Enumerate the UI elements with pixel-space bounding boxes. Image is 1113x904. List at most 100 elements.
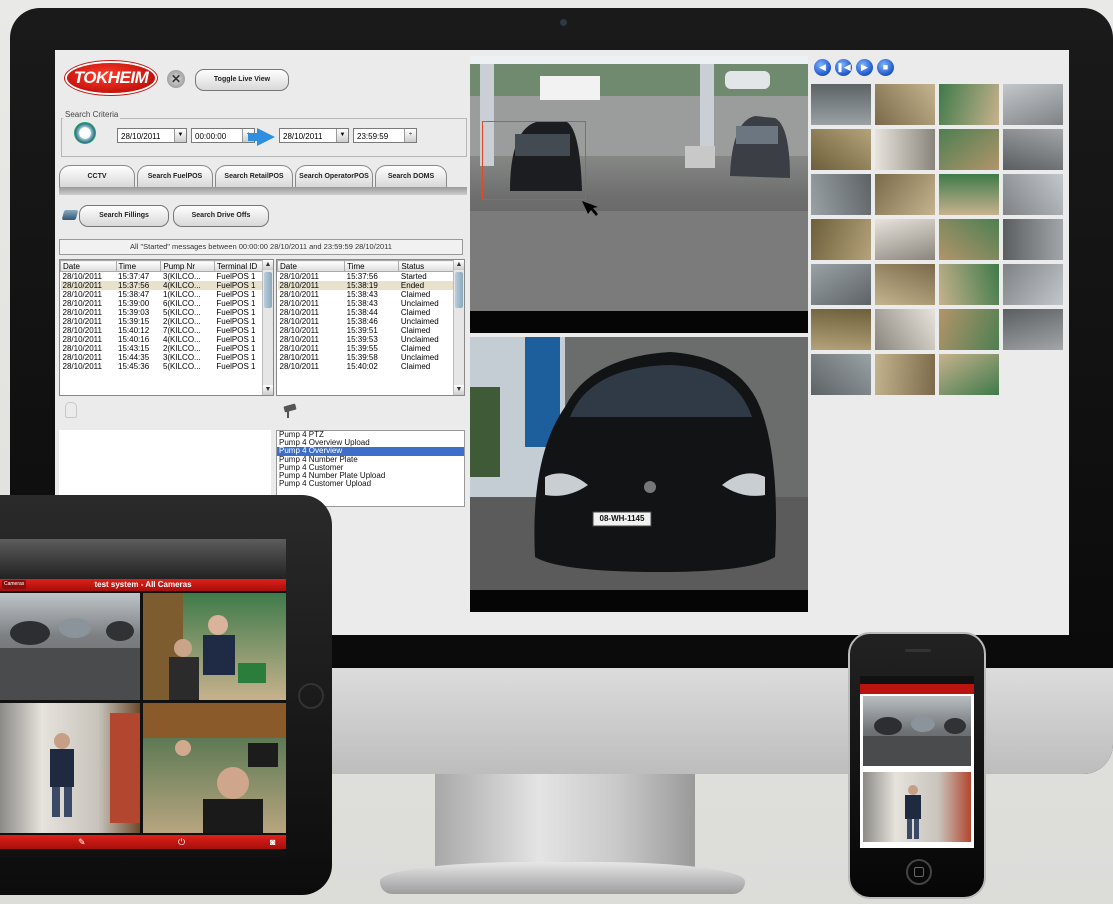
camera-thumbnail[interactable] bbox=[939, 219, 999, 260]
power-icon[interactable]: ⏻ bbox=[178, 835, 185, 849]
table-row[interactable]: 28/10/2011 15:37:47 3(KILCO... FuelPOS 1 bbox=[61, 272, 273, 282]
search-drive-offs-button[interactable]: Search Drive Offs bbox=[173, 205, 269, 227]
camera-thumbnail[interactable] bbox=[1003, 219, 1063, 260]
tab-search-retailpos[interactable]: Search RetailPOS bbox=[215, 165, 293, 188]
table-row[interactable]: 28/10/2011 15:37:56 4(KILCO... FuelPOS 1 bbox=[60, 281, 273, 290]
scroll-down-icon[interactable]: ▼ bbox=[263, 385, 273, 395]
scroll-up-icon[interactable]: ▲ bbox=[263, 260, 273, 270]
column-header[interactable]: Date bbox=[277, 260, 346, 272]
camera-thumbnail[interactable] bbox=[811, 264, 871, 305]
ipad-camera-tile[interactable] bbox=[0, 593, 140, 700]
home-button[interactable] bbox=[298, 683, 324, 709]
table-row[interactable]: 28/10/2011 15:39:58 Unclaimed bbox=[278, 353, 464, 362]
home-button[interactable] bbox=[906, 859, 932, 885]
scroll-up-icon[interactable]: ▲ bbox=[454, 260, 464, 270]
close-icon[interactable]: ✕ bbox=[167, 70, 185, 88]
column-header[interactable]: Time bbox=[344, 260, 400, 272]
table-row[interactable]: 28/10/2011 15:39:55 Claimed bbox=[278, 344, 464, 353]
table-row[interactable]: 28/10/2011 15:40:16 4(KILCO... FuelPOS 1 bbox=[61, 335, 273, 344]
ipad-camera-tile[interactable] bbox=[143, 593, 286, 700]
camera-thumbnail[interactable] bbox=[939, 309, 999, 350]
camera-thumbnail[interactable] bbox=[939, 354, 999, 395]
table-row[interactable]: 28/10/2011 15:38:47 1(KILCO... FuelPOS 1 bbox=[61, 290, 273, 299]
table-row[interactable]: 28/10/2011 15:45:36 5(KILCO... FuelPOS 1 bbox=[61, 362, 273, 371]
camera-thumbnail[interactable] bbox=[1003, 264, 1063, 305]
spinner-icon[interactable]: ÷ bbox=[404, 129, 416, 142]
tab-cctv[interactable]: CCTV bbox=[59, 165, 135, 188]
table-row[interactable]: 28/10/2011 15:38:46 Unclaimed bbox=[278, 317, 464, 326]
clock-refresh-icon[interactable] bbox=[74, 122, 96, 144]
vertical-scrollbar[interactable]: ▲ ▼ bbox=[453, 260, 464, 395]
live-video-overview[interactable] bbox=[470, 56, 808, 311]
column-header[interactable]: Pump Nr bbox=[160, 260, 215, 272]
events-table[interactable]: Date Time Status 28/10/2011 15:37:56 Start… bbox=[276, 259, 465, 396]
column-header[interactable]: Time bbox=[115, 260, 162, 272]
camera-thumbnail[interactable] bbox=[875, 309, 935, 350]
camera-thumbnail[interactable] bbox=[875, 264, 935, 305]
camera-thumbnail[interactable] bbox=[875, 84, 935, 125]
ipad-camera-tile[interactable] bbox=[143, 703, 286, 833]
camera-list-item[interactable]: Pump 4 Customer Upload bbox=[277, 480, 464, 488]
detection-box[interactable] bbox=[482, 121, 586, 200]
vertical-scrollbar[interactable]: ▲ ▼ bbox=[262, 260, 273, 395]
camera-thumbnail[interactable] bbox=[939, 264, 999, 305]
table-row[interactable]: 28/10/2011 15:38:44 Claimed bbox=[278, 308, 464, 317]
step-back-icon[interactable]: ❚◀ bbox=[835, 59, 852, 76]
camera-thumbnail[interactable] bbox=[1003, 309, 1063, 350]
table-row[interactable]: 28/10/2011 15:37:56 Started bbox=[278, 272, 464, 282]
table-row[interactable]: 28/10/2011 15:39:53 Unclaimed bbox=[278, 335, 464, 344]
table-row[interactable]: 28/10/2011 15:38:43 Claimed bbox=[278, 290, 464, 299]
iphone-camera-tile[interactable] bbox=[863, 696, 971, 766]
stop-icon[interactable]: ■ bbox=[877, 59, 894, 76]
scroll-thumb[interactable] bbox=[455, 272, 463, 308]
rewind-icon[interactable]: ◀ bbox=[814, 59, 831, 76]
camera-thumbnail[interactable] bbox=[875, 354, 935, 395]
camera-icon[interactable]: ◙ bbox=[270, 835, 275, 849]
camera-thumbnail[interactable] bbox=[811, 84, 871, 125]
tab-search-doms[interactable]: Search DOMS bbox=[375, 165, 447, 188]
table-row[interactable]: 28/10/2011 15:39:51 Claimed bbox=[278, 326, 464, 335]
camera-thumbnail[interactable] bbox=[811, 219, 871, 260]
camera-thumbnail[interactable] bbox=[939, 174, 999, 215]
camera-thumbnail[interactable] bbox=[875, 174, 935, 215]
camera-thumbnail[interactable] bbox=[1003, 84, 1063, 125]
to-time-field[interactable]: 23:59:59 ÷ bbox=[353, 128, 417, 143]
scroll-thumb[interactable] bbox=[264, 272, 272, 308]
play-icon[interactable]: ▶ bbox=[856, 59, 873, 76]
tab-search-operatorpos[interactable]: Search OperatorPOS bbox=[295, 165, 373, 188]
camera-thumbnail[interactable] bbox=[1003, 129, 1063, 170]
camera-thumbnail[interactable] bbox=[939, 84, 999, 125]
camera-thumbnail[interactable] bbox=[875, 219, 935, 260]
camera-thumbnail[interactable] bbox=[811, 309, 871, 350]
table-row[interactable]: 28/10/2011 15:40:12 7(KILCO... FuelPOS 1 bbox=[61, 326, 273, 335]
camera-thumbnail[interactable] bbox=[939, 129, 999, 170]
scroll-down-icon[interactable]: ▼ bbox=[454, 385, 464, 395]
camera-thumbnail[interactable] bbox=[811, 174, 871, 215]
live-video-number-plate[interactable]: 08-WH-1145 bbox=[470, 337, 808, 590]
ipad-camera-tile[interactable] bbox=[0, 703, 140, 833]
table-row[interactable]: 28/10/2011 15:39:03 5(KILCO... FuelPOS 1 bbox=[61, 308, 273, 317]
camera-thumbnail[interactable] bbox=[875, 129, 935, 170]
table-row[interactable]: 28/10/2011 15:38:19 Ended bbox=[277, 281, 464, 290]
table-row[interactable]: 28/10/2011 15:44:35 3(KILCO... FuelPOS 1 bbox=[61, 353, 273, 362]
table-row[interactable]: 28/10/2011 15:39:00 6(KILCO... FuelPOS 1 bbox=[61, 299, 273, 308]
iphone-camera-tile[interactable] bbox=[863, 772, 971, 842]
from-date-field[interactable]: 28/10/2011 ▼ bbox=[117, 128, 187, 143]
camera-thumbnail[interactable] bbox=[811, 354, 871, 395]
table-row[interactable]: 28/10/2011 15:40:02 Claimed bbox=[278, 362, 464, 371]
column-header[interactable]: Date bbox=[60, 260, 117, 272]
cameras-button[interactable]: Cameras bbox=[2, 580, 27, 589]
table-row[interactable]: 28/10/2011 15:39:15 2(KILCO... FuelPOS 1 bbox=[61, 317, 273, 326]
table-row[interactable]: 28/10/2011 15:38:43 Unclaimed bbox=[278, 299, 464, 308]
search-fillings-button[interactable]: Search Fillings bbox=[79, 205, 169, 227]
toggle-live-view-button[interactable]: Toggle Live View bbox=[195, 69, 289, 91]
chevron-down-icon[interactable]: ▼ bbox=[174, 129, 186, 142]
from-time-field[interactable]: 00:00:00 ÷ bbox=[191, 128, 255, 143]
camera-thumbnail[interactable] bbox=[1003, 174, 1063, 215]
camera-thumbnail[interactable] bbox=[811, 129, 871, 170]
fillings-table[interactable]: Date Time Pump Nr Terminal ID 28/10/2011… bbox=[59, 259, 274, 396]
table-row[interactable]: 28/10/2011 15:43:15 2(KILCO... FuelPOS 1 bbox=[61, 344, 273, 353]
tab-search-fuelpos[interactable]: Search FuelPOS bbox=[137, 165, 213, 188]
to-date-field[interactable]: 28/10/2011 ▼ bbox=[279, 128, 349, 143]
chevron-down-icon[interactable]: ▼ bbox=[336, 129, 348, 142]
